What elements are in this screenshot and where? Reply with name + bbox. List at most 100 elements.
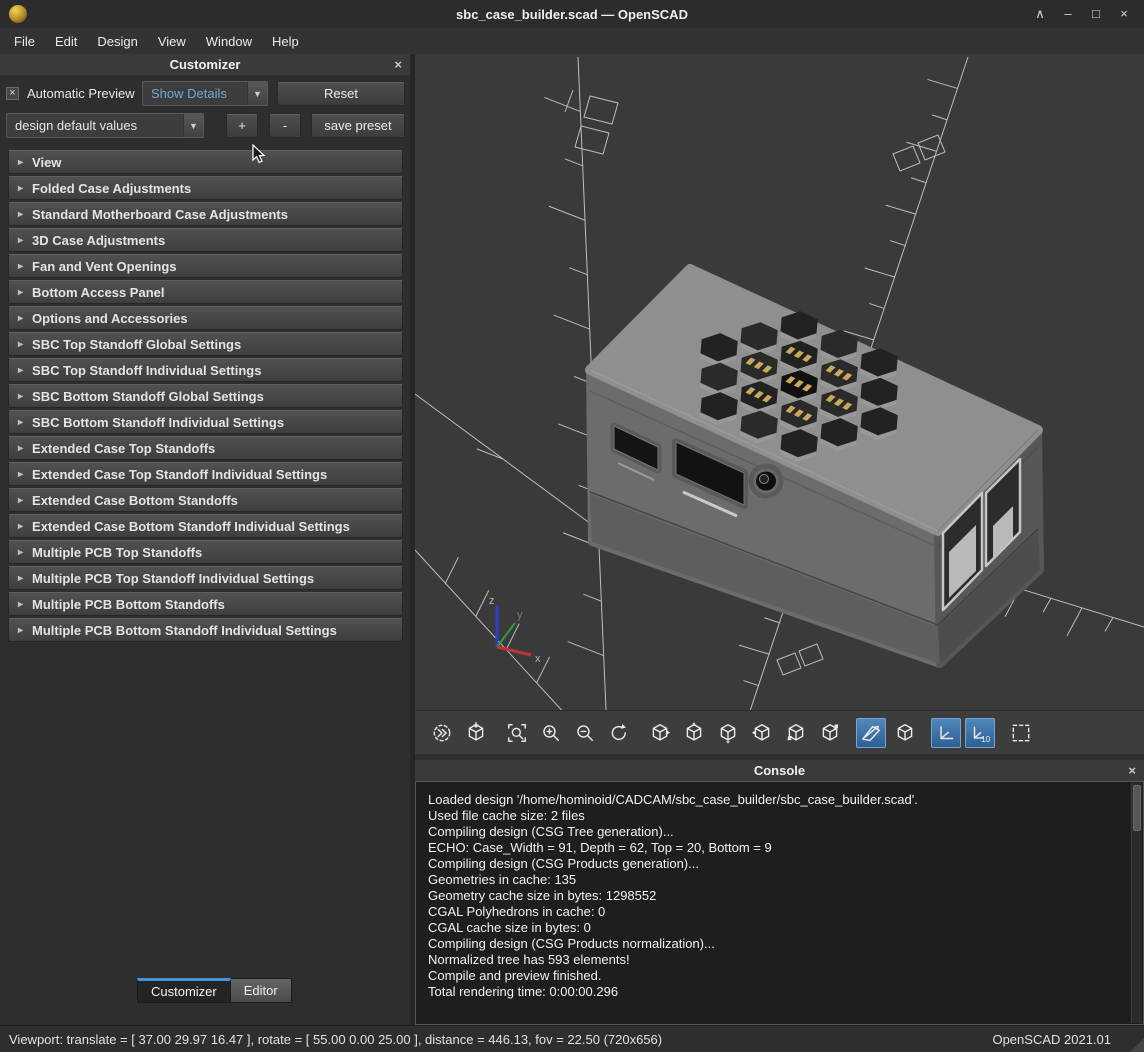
chevron-right-icon: ▸ [18, 573, 23, 584]
section-label: Extended Case Bottom Standoffs [32, 493, 238, 508]
show-scale-markers-icon[interactable]: 10 [965, 718, 995, 748]
x-axis-label: x [535, 653, 541, 665]
diagonal-view-icon[interactable] [461, 718, 491, 748]
section-extended-case-top-standoffs[interactable]: ▸Extended Case Top Standoffs [8, 436, 403, 460]
details-dropdown[interactable]: Show Details ▼ [142, 81, 268, 106]
section-label: SBC Bottom Standoff Global Settings [32, 389, 264, 404]
section-label: View [32, 155, 61, 170]
perspective-view-icon[interactable] [856, 718, 886, 748]
menu-design[interactable]: Design [87, 30, 147, 53]
zoom-out-icon[interactable] [570, 718, 600, 748]
section-label: Bottom Access Panel [32, 285, 164, 300]
section-standard-motherboard-case-adjustments[interactable]: ▸Standard Motherboard Case Adjustments [8, 202, 403, 226]
console-scrollbar[interactable] [1131, 783, 1142, 1023]
chevron-right-icon: ▸ [18, 599, 23, 610]
section-sbc-top-standoff-global-settings[interactable]: ▸SBC Top Standoff Global Settings [8, 332, 403, 356]
y-axis-label: y [517, 609, 523, 621]
animate-icon[interactable] [427, 718, 457, 748]
svg-text:10: 10 [981, 734, 991, 743]
section-sbc-bottom-standoff-global-settings[interactable]: ▸SBC Bottom Standoff Global Settings [8, 384, 403, 408]
automatic-preview-label: Automatic Preview [27, 86, 135, 101]
tab-customizer[interactable]: Customizer [137, 978, 231, 1003]
chevron-down-icon[interactable]: ▼ [247, 82, 267, 105]
customizer-title: Customizer [170, 57, 241, 72]
section-label: Multiple PCB Bottom Standoff Individual … [32, 623, 337, 638]
customizer-panel: Customizer × × Automatic Preview Show De… [0, 54, 410, 1025]
section-sbc-top-standoff-individual-settings[interactable]: ▸SBC Top Standoff Individual Settings [8, 358, 403, 382]
console-line: CGAL Polyhedrons in cache: 0 [428, 904, 1131, 920]
section-3d-case-adjustments[interactable]: ▸3D Case Adjustments [8, 228, 403, 252]
save-preset-button[interactable]: save preset [311, 113, 405, 138]
menu-window[interactable]: Window [196, 30, 262, 53]
chevron-right-icon: ▸ [18, 157, 23, 168]
section-folded-case-adjustments[interactable]: ▸Folded Case Adjustments [8, 176, 403, 200]
maximize-window-icon[interactable]: □ [1084, 3, 1108, 25]
customizer-controls-row2: design default values ▼ + - save preset [0, 107, 410, 139]
title-bar: sbc_case_builder.scad — OpenSCAD ∧–□× [0, 0, 1144, 28]
add-preset-button[interactable]: + [226, 113, 258, 138]
section-fan-and-vent-openings[interactable]: ▸Fan and Vent Openings [8, 254, 403, 278]
right-view-icon[interactable] [645, 718, 675, 748]
front-view-icon[interactable] [781, 718, 811, 748]
tab-editor[interactable]: Editor [231, 978, 292, 1003]
section-extended-case-bottom-standoff-individual-settings[interactable]: ▸Extended Case Bottom Standoff Individua… [8, 514, 403, 538]
section-sbc-bottom-standoff-individual-settings[interactable]: ▸SBC Bottom Standoff Individual Settings [8, 410, 403, 434]
section-label: Standard Motherboard Case Adjustments [32, 207, 288, 222]
automatic-preview-checkbox[interactable]: × [6, 87, 19, 100]
chevron-down-icon[interactable]: ▼ [183, 114, 203, 137]
menu-view[interactable]: View [148, 30, 196, 53]
section-options-and-accessories[interactable]: ▸Options and Accessories [8, 306, 403, 330]
remove-preset-button[interactable]: - [269, 113, 301, 138]
section-label: Folded Case Adjustments [32, 181, 191, 196]
section-label: Multiple PCB Top Standoffs [32, 545, 202, 560]
preset-dropdown[interactable]: design default values ▼ [6, 113, 204, 138]
openscad-window: sbc_case_builder.scad — OpenSCAD ∧–□× Fi… [0, 0, 1144, 1052]
section-label: Multiple PCB Top Standoff Individual Set… [32, 571, 314, 586]
section-extended-case-top-standoff-individual-settings[interactable]: ▸Extended Case Top Standoff Individual S… [8, 462, 403, 486]
bottom-view-icon[interactable] [713, 718, 743, 748]
back-view-icon[interactable] [815, 718, 845, 748]
reset-view-icon[interactable] [604, 718, 634, 748]
section-multiple-pcb-bottom-standoff-individual-settings[interactable]: ▸ Multiple PCB Bottom Standoff Individual… [8, 618, 403, 642]
section-view[interactable]: ▸ View [8, 150, 403, 174]
viewport-toolbar: 10 [415, 710, 1144, 754]
console-line: Total rendering time: 0:00:00.296 [428, 984, 1131, 1000]
close-window-icon[interactable]: × [1112, 3, 1136, 25]
menu-file[interactable]: File [4, 30, 45, 53]
chevron-right-icon: ▸ [18, 287, 23, 298]
view-all-icon[interactable] [502, 718, 532, 748]
top-view-icon[interactable] [679, 718, 709, 748]
zoom-in-icon[interactable] [536, 718, 566, 748]
chevron-right-icon: ▸ [18, 625, 23, 636]
resize-grip[interactable] [1130, 1038, 1144, 1052]
console-log[interactable]: Loaded design '/home/hominoid/CADCAM/sbc… [415, 781, 1144, 1025]
menu-help[interactable]: Help [262, 30, 309, 53]
show-axes-icon[interactable] [931, 718, 961, 748]
section-bottom-access-panel[interactable]: ▸ Bottom Access Panel [8, 280, 403, 304]
menu-edit[interactable]: Edit [45, 30, 87, 53]
orthogonal-view-icon[interactable] [890, 718, 920, 748]
reset-button[interactable]: Reset [277, 81, 405, 106]
section-multiple-pcb-top-standoffs[interactable]: ▸Multiple PCB Top Standoffs [8, 540, 403, 564]
left-view-icon[interactable] [747, 718, 777, 748]
close-icon[interactable]: × [1128, 760, 1136, 781]
section-label: SBC Top Standoff Individual Settings [32, 363, 261, 378]
section-label: Extended Case Top Standoff Individual Se… [32, 467, 327, 482]
customizer-panel-header: Customizer × [0, 54, 410, 75]
console-scrollbar-thumb[interactable] [1133, 785, 1141, 831]
shade-window-icon[interactable]: ∧ [1028, 3, 1052, 25]
view-all-bbox-icon[interactable] [1006, 718, 1036, 748]
window-title: sbc_case_builder.scad — OpenSCAD [0, 7, 1144, 22]
section-extended-case-bottom-standoffs[interactable]: ▸Extended Case Bottom Standoffs [8, 488, 403, 512]
chevron-right-icon: ▸ [18, 339, 23, 350]
section-multiple-pcb-top-standoff-individual-settings[interactable]: ▸ Multiple PCB Top Standoff Individual Se… [8, 566, 403, 590]
section-multiple-pcb-bottom-standoffs[interactable]: ▸Multiple PCB Bottom Standoffs [8, 592, 403, 616]
console-line: Geometry cache size in bytes: 1298552 [428, 888, 1131, 904]
close-icon[interactable]: × [394, 54, 402, 75]
console-line: CGAL cache size in bytes: 0 [428, 920, 1131, 936]
axis-indicator: z y x [489, 595, 541, 665]
minimize-window-icon[interactable]: – [1056, 3, 1080, 25]
section-label: SBC Bottom Standoff Individual Settings [32, 415, 284, 430]
3d-viewport[interactable]: z y x [415, 54, 1144, 710]
section-label: Fan and Vent Openings [32, 259, 176, 274]
